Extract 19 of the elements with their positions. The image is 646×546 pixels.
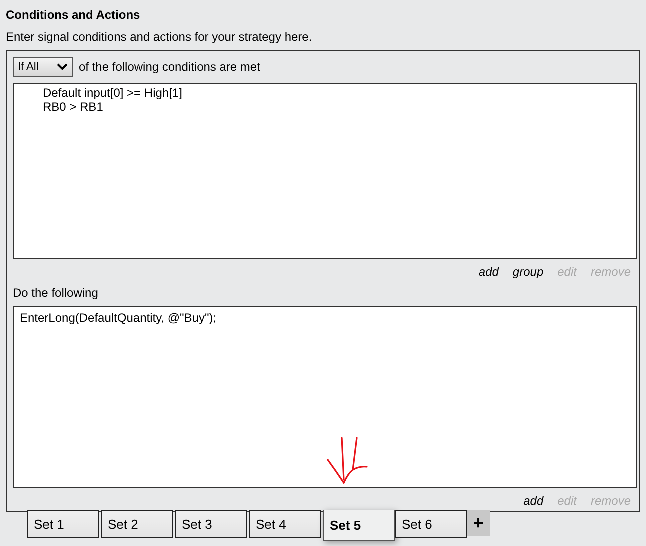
set-tab[interactable]: Set 1 — [27, 510, 99, 538]
condition-item[interactable]: Default input[0] >= High[1] — [43, 86, 182, 100]
section-description: Enter signal conditions and actions for your strategy here. — [6, 30, 312, 44]
set-tab[interactable]: Set 5 — [323, 510, 395, 541]
match-dropdown[interactable]: If All — [13, 57, 73, 77]
condition-action-link[interactable]: group — [512, 265, 544, 279]
action-link[interactable]: add — [524, 494, 544, 508]
match-label: of the following conditions are met — [79, 60, 260, 74]
set-tab[interactable]: Set 3 — [175, 510, 247, 538]
section-title: Conditions and Actions — [6, 8, 140, 22]
set-tab[interactable]: Set 2 — [101, 510, 173, 538]
actions-heading: Do the following — [13, 286, 98, 300]
set-tab[interactable]: Set 4 — [249, 510, 321, 538]
set-tab[interactable]: Set 6 — [395, 510, 467, 538]
add-tab-button[interactable]: + — [467, 510, 490, 536]
chevron-down-icon — [57, 63, 68, 71]
condition-item[interactable]: RB0 > RB1 — [43, 100, 104, 114]
action-item[interactable]: EnterLong(DefaultQuantity, @"Buy"); — [20, 311, 217, 325]
condition-action-link[interactable]: add — [478, 265, 499, 279]
